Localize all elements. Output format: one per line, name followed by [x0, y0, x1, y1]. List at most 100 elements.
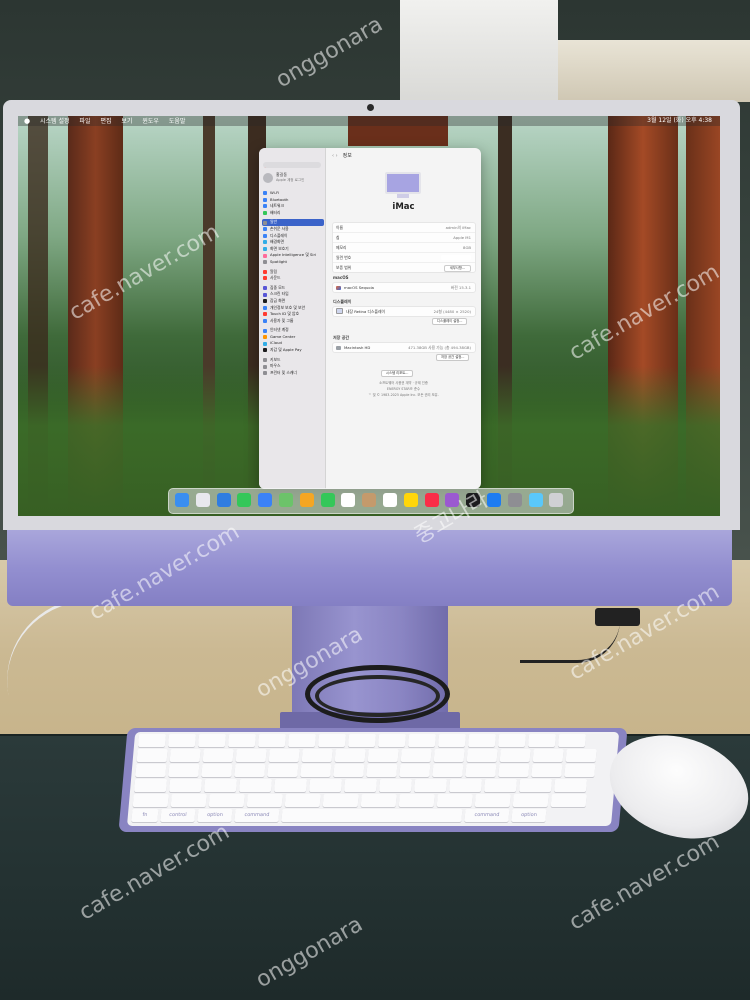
key[interactable]: [433, 749, 465, 762]
key[interactable]: [367, 749, 399, 762]
system-report-button[interactable]: 시스템 리포트...: [381, 370, 414, 377]
key[interactable]: [432, 764, 464, 777]
key[interactable]: [257, 734, 287, 747]
key[interactable]: [238, 779, 273, 792]
menu-help[interactable]: 도움말: [169, 118, 186, 125]
key[interactable]: [308, 779, 343, 792]
key[interactable]: [202, 749, 234, 762]
sidebar-item[interactable]: 인터넷 계정: [262, 327, 324, 334]
key[interactable]: [133, 779, 168, 792]
key[interactable]: [474, 794, 511, 807]
key[interactable]: [135, 764, 167, 777]
sidebar-account[interactable]: 홍길동 Apple 계정 로그인: [263, 172, 323, 186]
key[interactable]: [398, 794, 435, 807]
forward-chevron-icon[interactable]: ›: [336, 153, 338, 159]
warranty-details-button[interactable]: 세부사항...: [443, 265, 471, 272]
sidebar-item[interactable]: Wi-Fi: [262, 190, 324, 197]
key[interactable]: [168, 779, 203, 792]
sidebar-item[interactable]: 프린터 및 스캐너: [262, 370, 324, 377]
key[interactable]: [437, 734, 467, 747]
key[interactable]: [531, 764, 563, 777]
key[interactable]: control: [160, 809, 196, 822]
key[interactable]: [518, 779, 553, 792]
key[interactable]: [334, 749, 366, 762]
sidebar-item[interactable]: 지갑 및 Apple Pay: [262, 347, 324, 354]
menu-file[interactable]: 파일: [79, 118, 90, 125]
mail-icon[interactable]: [258, 493, 273, 507]
key[interactable]: [169, 749, 201, 762]
key[interactable]: [465, 764, 497, 777]
sidebar-item[interactable]: 배경화면: [262, 239, 324, 246]
menu-clock[interactable]: 3월 12일 (화) 오후 4:38: [647, 116, 712, 126]
key[interactable]: [246, 794, 283, 807]
menu-system-settings[interactable]: 시스템 설정: [40, 118, 70, 125]
key[interactable]: [267, 764, 299, 777]
apple-logo-icon[interactable]: ●: [24, 117, 30, 125]
sidebar-item[interactable]: 마우스: [262, 363, 324, 370]
key[interactable]: [137, 734, 167, 747]
sidebar-item[interactable]: 디스플레이: [262, 233, 324, 240]
key[interactable]: [497, 734, 527, 747]
key[interactable]: [170, 794, 207, 807]
key[interactable]: [467, 734, 497, 747]
key[interactable]: [273, 779, 308, 792]
key[interactable]: [466, 749, 498, 762]
key[interactable]: [234, 764, 266, 777]
key[interactable]: [377, 734, 407, 747]
key[interactable]: [132, 794, 169, 807]
notes-icon[interactable]: [403, 493, 418, 507]
key[interactable]: [436, 794, 473, 807]
contacts-icon[interactable]: [362, 493, 377, 507]
calendar-icon[interactable]: [341, 493, 356, 507]
sidebar-item[interactable]: 스크린 타임: [262, 291, 324, 298]
sidebar-item[interactable]: 사용자 및 그룹: [262, 318, 324, 325]
key[interactable]: fn: [131, 809, 159, 822]
sidebar-item[interactable]: 화면 보호기: [262, 246, 324, 253]
system-settings-icon[interactable]: [507, 493, 522, 507]
sidebar-item[interactable]: 개인정보 보호 및 보안: [262, 305, 324, 312]
key[interactable]: [553, 779, 588, 792]
key[interactable]: [300, 764, 332, 777]
key[interactable]: [360, 794, 397, 807]
reminders-icon[interactable]: [383, 493, 397, 507]
key[interactable]: [399, 764, 431, 777]
menu-view[interactable]: 보기: [121, 118, 132, 125]
footer-legal-links[interactable]: 소프트웨어 사용권 계약 · 규제 인증: [326, 380, 481, 385]
key[interactable]: [532, 749, 564, 762]
key[interactable]: [512, 794, 549, 807]
key[interactable]: [499, 749, 531, 762]
key[interactable]: [347, 734, 377, 747]
key[interactable]: option: [197, 809, 233, 822]
key[interactable]: [235, 749, 267, 762]
display-settings-button[interactable]: 디스플레이 설정...: [432, 318, 468, 325]
photos-icon[interactable]: [299, 493, 314, 507]
key[interactable]: [550, 794, 587, 807]
menu-window[interactable]: 윈도우: [142, 118, 159, 125]
key[interactable]: [317, 734, 347, 747]
back-chevron-icon[interactable]: ‹: [332, 153, 334, 159]
sidebar-item[interactable]: Game Center: [262, 334, 324, 341]
key[interactable]: [203, 779, 238, 792]
key[interactable]: [564, 764, 596, 777]
key[interactable]: [557, 734, 587, 747]
sidebar-item[interactable]: 알림: [262, 269, 324, 276]
key[interactable]: [168, 764, 200, 777]
trash-icon[interactable]: [549, 493, 564, 507]
launchpad-icon[interactable]: [195, 493, 210, 507]
menu-edit[interactable]: 편집: [100, 118, 111, 125]
key[interactable]: [333, 764, 365, 777]
key[interactable]: [565, 749, 597, 762]
key[interactable]: [301, 749, 333, 762]
key[interactable]: [197, 734, 227, 747]
messages-icon[interactable]: [237, 493, 252, 507]
space-key[interactable]: [281, 809, 463, 822]
sidebar-item[interactable]: 배터리: [262, 210, 324, 217]
sidebar-item[interactable]: 키보드: [262, 357, 324, 364]
sidebar-item[interactable]: 일반: [262, 219, 324, 226]
sidebar-item[interactable]: Touch ID 및 암호: [262, 311, 324, 318]
sidebar-item[interactable]: 집중 모드: [262, 285, 324, 292]
key[interactable]: command: [234, 809, 280, 822]
downloads-icon[interactable]: [528, 493, 543, 507]
key[interactable]: [136, 749, 168, 762]
key[interactable]: [284, 794, 321, 807]
